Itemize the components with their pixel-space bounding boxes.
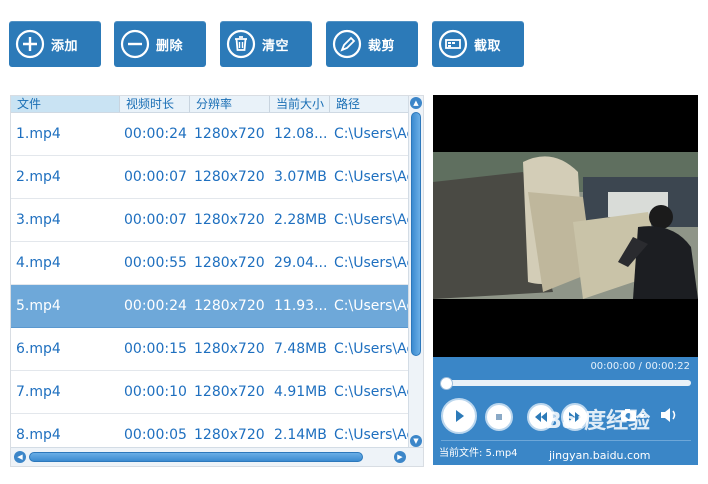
progress-bar[interactable] <box>443 380 691 386</box>
row-resolution: 1280x720 <box>194 341 265 357</box>
row-resolution: 1280x720 <box>194 212 265 228</box>
camera-icon <box>621 409 645 421</box>
table-row-selected[interactable]: 5.mp4 00:00:24 1280x720 11.93... C:\User… <box>11 285 409 328</box>
progress-knob[interactable] <box>440 377 453 390</box>
file-list: 文件 视频时长 分辨率 当前大小 路径 1.mp4 00:00:24 1280x… <box>10 95 424 467</box>
row-path: C:\Users\Ad <box>334 169 409 185</box>
crop-icon <box>438 29 468 59</box>
rewind-button[interactable] <box>527 403 555 431</box>
pen-icon <box>332 29 362 59</box>
row-duration: 00:00:15 <box>124 341 187 357</box>
row-size: 3.07MB <box>274 169 327 185</box>
row-path: C:\Users\Ad <box>334 255 409 271</box>
trim-button[interactable]: 裁剪 <box>326 21 418 67</box>
scroll-left-arrow-icon[interactable]: ◀ <box>14 451 26 463</box>
row-size: 2.28MB <box>274 212 327 228</box>
row-size: 7.48MB <box>274 341 327 357</box>
row-file-name: 3.mp4 <box>16 212 61 228</box>
plus-circle-icon <box>15 29 45 59</box>
row-path: C:\Users\Ad <box>334 126 409 142</box>
row-resolution: 1280x720 <box>194 169 265 185</box>
trash-icon <box>226 29 256 59</box>
row-path: C:\Users\Ad <box>334 384 409 400</box>
clear-button[interactable]: 清空 <box>220 21 312 67</box>
file-list-header: 文件 视频时长 分辨率 当前大小 路径 <box>11 96 409 113</box>
fast-forward-button[interactable] <box>561 403 589 431</box>
row-duration: 00:00:10 <box>124 384 187 400</box>
clear-button-label: 清空 <box>262 38 290 54</box>
snapshot-button[interactable] <box>620 407 646 427</box>
scroll-down-arrow-icon[interactable]: ▼ <box>410 435 422 447</box>
column-header-size[interactable]: 当前大小 <box>270 96 330 112</box>
row-size: 29.04... <box>274 255 328 271</box>
video-scene-image <box>433 152 698 299</box>
minus-circle-icon <box>120 29 150 59</box>
row-resolution: 1280x720 <box>194 384 265 400</box>
row-duration: 00:00:24 <box>124 126 187 142</box>
scroll-up-arrow-icon[interactable]: ▲ <box>410 97 422 109</box>
play-icon <box>456 410 464 422</box>
capture-button[interactable]: 截取 <box>432 21 524 67</box>
delete-button-label: 删除 <box>156 38 184 54</box>
row-resolution: 1280x720 <box>194 298 265 314</box>
capture-button-label: 截取 <box>474 38 502 54</box>
vertical-scrollbar[interactable]: ▲ ▼ <box>408 96 423 448</box>
row-file-name: 1.mp4 <box>16 126 61 142</box>
row-path: C:\Users\Ad <box>334 298 409 314</box>
table-row[interactable]: 1.mp4 00:00:24 1280x720 12.08... C:\User… <box>11 113 409 156</box>
horizontal-scrollbar[interactable]: ◀ ▶ <box>11 447 423 466</box>
row-file-name: 6.mp4 <box>16 341 61 357</box>
horizontal-scroll-thumb[interactable] <box>29 452 363 462</box>
row-file-name: 2.mp4 <box>16 169 61 185</box>
column-header-path[interactable]: 路径 <box>330 96 409 112</box>
row-path: C:\Users\Ad <box>334 341 409 357</box>
delete-button[interactable]: 删除 <box>114 21 206 67</box>
stop-icon <box>496 414 502 420</box>
stop-button[interactable] <box>485 403 513 431</box>
row-resolution: 1280x720 <box>194 126 265 142</box>
controls-divider <box>441 440 691 441</box>
row-duration: 00:00:24 <box>124 298 187 314</box>
table-row[interactable]: 7.mp4 00:00:10 1280x720 4.91MB C:\Users\… <box>11 371 409 414</box>
table-row[interactable]: 2.mp4 00:00:07 1280x720 3.07MB C:\Users\… <box>11 156 409 199</box>
column-header-file[interactable]: 文件 <box>11 96 120 112</box>
add-button[interactable]: 添加 <box>9 21 101 67</box>
video-player: 00:00:00 / 00:00:22 当前文件: 5.mp4 <box>433 95 698 465</box>
scroll-right-arrow-icon[interactable]: ▶ <box>394 451 406 463</box>
volume-button[interactable] <box>659 406 679 428</box>
rewind-icon <box>535 412 547 422</box>
current-file-label: 当前文件: 5.mp4 <box>439 448 518 459</box>
row-file-name: 4.mp4 <box>16 255 61 271</box>
row-size: 4.91MB <box>274 384 327 400</box>
row-duration: 00:00:07 <box>124 169 187 185</box>
row-file-name: 7.mp4 <box>16 384 61 400</box>
row-duration: 00:00:55 <box>124 255 187 271</box>
table-row[interactable]: 3.mp4 00:00:07 1280x720 2.28MB C:\Users\… <box>11 199 409 242</box>
row-path: C:\Users\Ad <box>334 212 409 228</box>
table-row[interactable]: 4.mp4 00:00:55 1280x720 29.04... C:\User… <box>11 242 409 285</box>
add-button-label: 添加 <box>51 38 79 54</box>
table-row[interactable]: 6.mp4 00:00:15 1280x720 7.48MB C:\Users\… <box>11 328 409 371</box>
vertical-scroll-thumb[interactable] <box>411 112 421 356</box>
row-size: 11.93... <box>274 298 328 314</box>
row-file-name: 5.mp4 <box>16 298 61 314</box>
fast-forward-icon <box>569 412 581 422</box>
player-controls: 00:00:00 / 00:00:22 当前文件: 5.mp4 <box>433 357 698 465</box>
row-size: 12.08... <box>274 126 328 142</box>
play-button[interactable] <box>441 398 477 434</box>
column-header-duration[interactable]: 视频时长 <box>120 96 190 112</box>
video-frame[interactable] <box>433 152 698 299</box>
volume-icon <box>661 408 676 422</box>
row-resolution: 1280x720 <box>194 255 265 271</box>
row-duration: 00:00:07 <box>124 212 187 228</box>
column-header-resolution[interactable]: 分辨率 <box>190 96 270 112</box>
time-display: 00:00:00 / 00:00:22 <box>590 361 690 372</box>
trim-button-label: 裁剪 <box>368 38 396 54</box>
